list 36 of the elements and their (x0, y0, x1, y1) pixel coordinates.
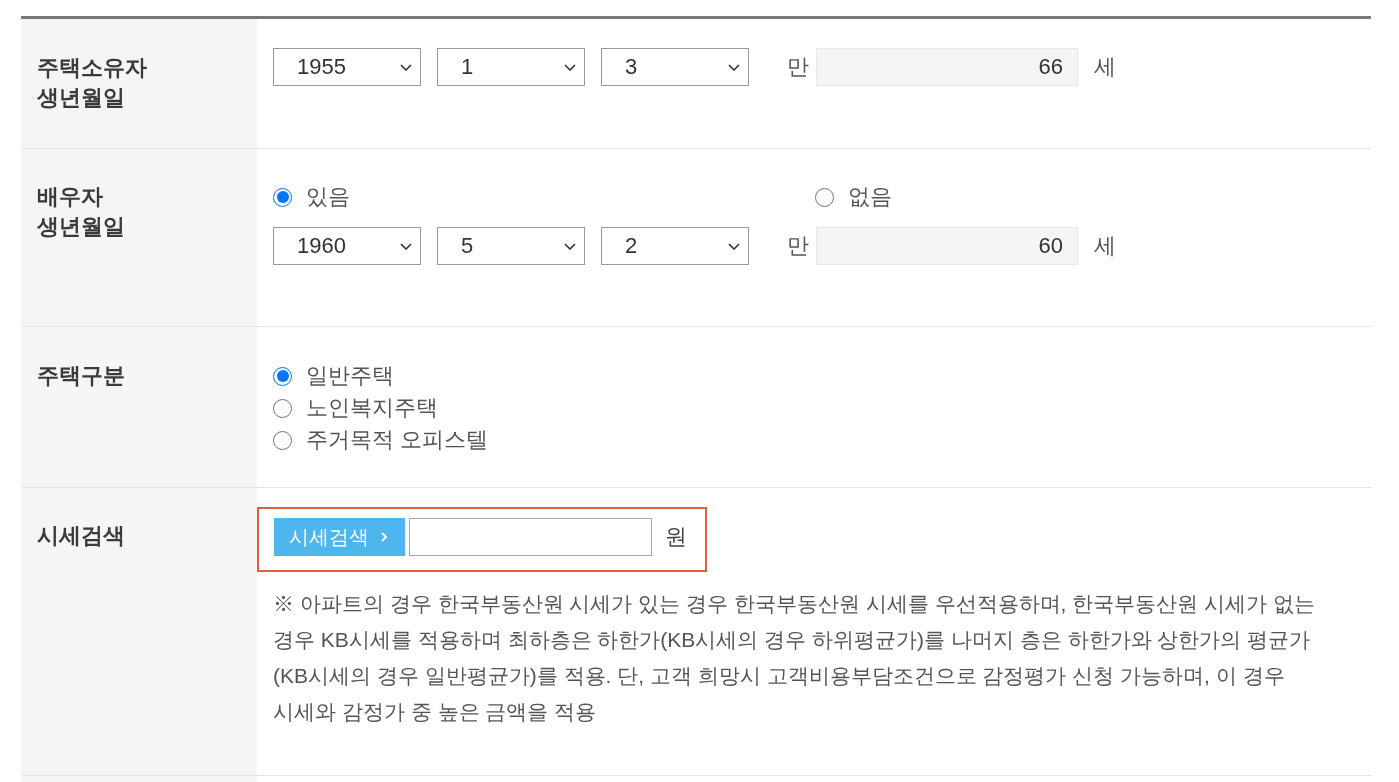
chevron-right-icon (381, 532, 387, 542)
age-suffix: 세 (1094, 235, 1116, 257)
chevron-down-icon (564, 242, 576, 250)
option-label[interactable]: 없음 (848, 181, 892, 213)
radio-button[interactable] (815, 187, 834, 207)
row-label: 배우자 생년월일 (37, 183, 126, 241)
chevron-down-icon (400, 63, 412, 71)
option-label[interactable]: 노인복지주택 (306, 392, 438, 424)
row-label: 주택소유자 생년월일 (37, 54, 148, 112)
radio-button[interactable] (273, 366, 292, 386)
age-prefix: 만 (787, 235, 809, 257)
radio-button[interactable] (273, 398, 292, 418)
chevron-down-icon (728, 242, 740, 250)
chevron-down-icon (728, 63, 740, 71)
option-label[interactable]: 있음 (306, 181, 350, 213)
option-label[interactable]: 주거목적 오피스텔 (306, 424, 489, 456)
row-label: 주택구분 (37, 362, 126, 390)
radio-button[interactable] (273, 430, 292, 450)
year-select[interactable]: 1955 (273, 48, 421, 86)
price-note: ※ 아파트의 경우 한국부동산원 시세가 있는 경우 한국부동산원 시세를 우선적용하며, 한국부동산원 시세가 없는 경우 KB시세를 적용하며 최하층은 하한가(KB시세의 경우 하위평균가)를 나머지 층은 하한가와 상한가의 평균가(KB시세의 경우 일반평균가)를 적용. 단, 고객 희망시 고객비용부담조건으로 감정평가 신청 가능하며, 이 경우 시세와 감정가 중 높은 금액을 적용 (273, 591, 1316, 725)
age-prefix: 만 (787, 56, 809, 78)
age-field: 66 (816, 48, 1078, 86)
chevron-down-icon (400, 242, 412, 250)
month-select[interactable]: 5 (437, 227, 585, 265)
unit-label: 원 (665, 526, 687, 548)
price-input-field[interactable] (409, 518, 652, 556)
row-label: 시세검색 (37, 522, 126, 550)
year-select[interactable]: 1960 (273, 227, 421, 265)
option-label[interactable]: 일반주택 (306, 360, 394, 392)
month-select[interactable]: 1 (437, 48, 585, 86)
radio-button[interactable] (273, 187, 292, 207)
day-select[interactable]: 2 (601, 227, 749, 265)
age-suffix: 세 (1094, 56, 1116, 78)
chevron-down-icon (564, 63, 576, 71)
day-select[interactable]: 3 (601, 48, 749, 86)
age-field: 60 (816, 227, 1078, 265)
